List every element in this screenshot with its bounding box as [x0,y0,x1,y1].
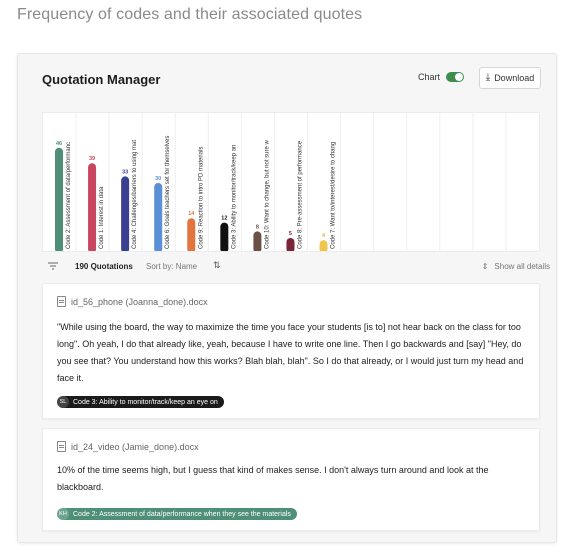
chart-bar[interactable] [286,238,295,251]
document-icon [57,441,66,452]
chart-bar[interactable] [121,176,130,251]
chart-value-label: 8 [256,224,259,230]
quotation-manager-panel: Quotation Manager Chart ⤓ Download 46 Cod… [17,53,557,543]
sort-order-icon[interactable]: ⇅ [213,260,221,271]
document-icon [57,296,66,307]
chart-bar[interactable] [88,163,97,251]
download-label: Download [494,73,535,83]
code-tag[interactable]: SL Code 3: Ability to monitor/track/keep… [57,396,224,408]
chart-bar[interactable] [154,183,163,251]
chart-category-label: Code 2: Assessment of data/performanc [66,142,72,249]
coder-initials: KH [57,508,69,520]
document-row: id_56_phone (Joanna_done).docx [57,296,208,307]
code-tag-label: Code 2: Assessment of data/performance w… [73,510,291,518]
sort-control[interactable]: Sort by: Name [146,262,197,271]
chart-toggle-group: Chart [418,72,465,82]
code-tag[interactable]: KH Code 2: Assessment of data/performanc… [57,508,297,520]
coder-initials: SL [57,396,69,408]
page-title: Frequency of codes and their associated … [17,6,363,23]
chart-toggle-label: Chart [418,72,441,82]
chart-value-label: 5 [289,231,292,237]
document-name[interactable]: id_56_phone (Joanna_done).docx [71,297,208,307]
chart-bar[interactable] [253,231,262,251]
chart-value-label: 4 [322,233,326,239]
quotation-toolbar: 190 Quotations Sort by: Name ⇅ ⇕ Show al… [42,259,550,275]
chart-bar[interactable] [319,240,328,251]
chart-value-label: 39 [89,156,95,162]
quotation-card[interactable]: id_56_phone (Joanna_done).docx "While us… [42,283,540,419]
chart-category-label: Code 3: Ability to monitor/track/keep an [231,145,237,249]
chart-category-label: Code 4: Challenges/barriers to using mat [132,140,138,249]
chart-category-label: Code 1: Interest in data [99,186,105,249]
chart-toggle[interactable] [446,72,465,82]
chart-category-label: Code 10: Want to change, but not sure w [264,139,270,249]
chart-svg: 46 Code 2: Assessment of data/performanc 3… [55,113,507,251]
chart-value-label: 30 [155,176,161,182]
chart-value-label: 33 [122,169,128,175]
download-icon: ⤓ [485,72,491,83]
quotation-count: 190 Quotations [75,262,133,271]
quote-text: "While using the board, the way to maxim… [57,322,524,383]
document-row: id_24_video (Jamie_done).docx [57,441,199,452]
chart-value-label: 14 [188,211,195,217]
quotation-card[interactable]: id_24_video (Jamie_done).docx 10% of the… [42,428,540,531]
chart-bar[interactable] [55,147,63,251]
chart-value-label: 46 [56,141,62,147]
filter-icon[interactable] [48,261,58,271]
show-all-details-toggle[interactable]: ⇕ Show all details [482,262,550,271]
code-tag-label: Code 3: Ability to monitor/track/keep an… [73,398,218,406]
download-button[interactable]: ⤓ Download [479,67,541,89]
chart-category-label: Code 6: Goals teachers set for themselve… [165,136,171,249]
chart-category-label: Code 9: Reaction to intro PD materials [198,147,204,249]
code-frequency-chart: 46 Code 2: Assessment of data/performanc 3… [42,112,540,252]
expand-icon: ⇕ [481,262,489,271]
document-name[interactable]: id_24_video (Jamie_done).docx [71,442,199,452]
chart-value-label: 12 [221,216,227,222]
chart-category-label: Code 7: Want to/interest/desire to chang [331,142,337,249]
chart-bar[interactable] [220,222,229,251]
chart-bar[interactable] [187,218,196,251]
quote-text: 10% of the time seems high, but I guess … [57,465,489,492]
chart-category-label: Code 8: Pre-assessment of performance [297,140,303,249]
panel-title: Quotation Manager [42,72,161,87]
show-all-label: Show all details [494,262,550,271]
